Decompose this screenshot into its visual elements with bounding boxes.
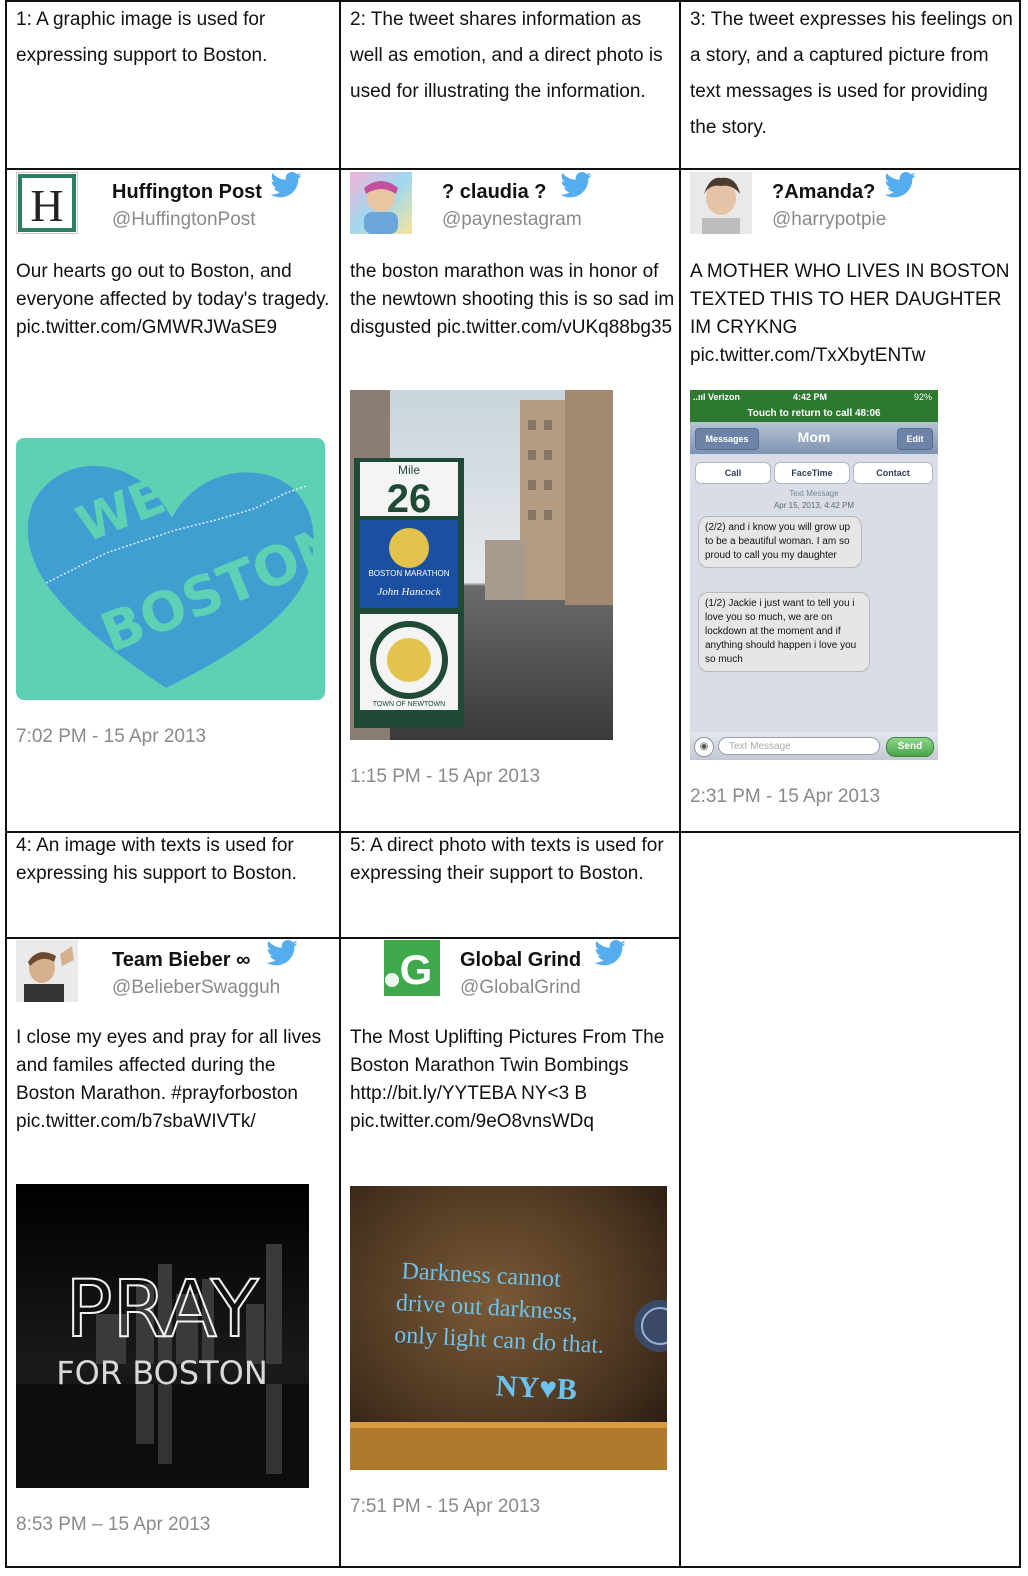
author-handle[interactable]: @harrypotpie bbox=[772, 209, 886, 231]
clock: 4:42 PM bbox=[793, 392, 828, 402]
status-bar: ..ııl Verizon 4:42 PM 92% bbox=[690, 390, 938, 406]
svg-text:Mile: Mile bbox=[398, 463, 420, 477]
twitter-bird-icon[interactable] bbox=[560, 172, 592, 198]
global-grind-logo-icon: G bbox=[384, 940, 440, 996]
edit-button[interactable]: Edit bbox=[897, 428, 933, 450]
author-handle[interactable]: @HuffingtonPost bbox=[112, 209, 256, 231]
avatar[interactable] bbox=[350, 172, 412, 234]
description-1: 1: A graphic image is used for expressin… bbox=[16, 9, 268, 66]
description-2: 2: The tweet shares information as well … bbox=[350, 9, 663, 102]
timestamp[interactable]: 7:02 PM - 15 Apr 2013 bbox=[16, 726, 206, 748]
svg-text:John Hancock: John Hancock bbox=[377, 586, 441, 598]
marathon-banner-photo[interactable]: Mile 26 BOSTON MARATHON John Hancock TOW… bbox=[350, 390, 613, 740]
author-name[interactable]: ?Amanda? bbox=[772, 181, 875, 204]
facetime-button[interactable]: FaceTime bbox=[774, 462, 850, 484]
tweet-text: the boston marathon was in honor of the … bbox=[350, 261, 675, 338]
projection-scene: Darkness cannot drive out darkness, only… bbox=[350, 1186, 667, 1470]
contact-button[interactable]: Contact bbox=[853, 462, 933, 484]
heart-graphic: WE BOSTON bbox=[27, 465, 325, 688]
svg-text:H: H bbox=[30, 180, 63, 231]
author-handle[interactable]: @BelieberSwagguh bbox=[112, 977, 280, 999]
avatar[interactable] bbox=[16, 940, 78, 1002]
message-bubble: (1/2) Jackie i just want to tell you i l… bbox=[698, 592, 870, 672]
user-avatar-icon bbox=[16, 940, 78, 1002]
tweet-text: I close my eyes and pray for all lives a… bbox=[16, 1027, 322, 1132]
author-name[interactable]: Team Bieber ∞ bbox=[112, 949, 250, 972]
author-name[interactable]: Global Grind bbox=[460, 949, 581, 972]
svg-text:PRAY: PRAY bbox=[65, 1265, 258, 1355]
call-banner[interactable]: Touch to return to call 48:06 bbox=[690, 406, 938, 422]
author-handle[interactable]: @paynestagram bbox=[442, 209, 582, 231]
author-name[interactable]: Huffington Post bbox=[112, 181, 262, 204]
row-divider bbox=[5, 937, 681, 939]
carrier: ..ııl Verizon bbox=[693, 392, 741, 402]
twitter-bird-icon[interactable] bbox=[266, 940, 298, 966]
message-type: Text Message bbox=[789, 489, 839, 498]
author-name[interactable]: ? claudia ? bbox=[442, 181, 546, 204]
author-handle[interactable]: @GlobalGrind bbox=[460, 977, 581, 999]
twitter-bird-icon[interactable] bbox=[594, 940, 626, 966]
street-scene: Mile 26 BOSTON MARATHON John Hancock TOW… bbox=[350, 390, 613, 740]
svg-text:G: G bbox=[400, 946, 433, 993]
avatar[interactable]: G bbox=[384, 940, 440, 996]
user-avatar-icon bbox=[364, 181, 398, 234]
svg-text:BOSTON MARATHON: BOSTON MARATHON bbox=[368, 569, 449, 578]
column-divider bbox=[339, 0, 341, 1568]
timestamp[interactable]: 7:51 PM - 15 Apr 2013 bbox=[350, 1496, 540, 1518]
message-date: Apr 15, 2013, 4:42 PM bbox=[773, 501, 855, 510]
tweet-text: Our hearts go out to Boston, and everyon… bbox=[16, 261, 330, 338]
tweet-text: The Most Uplifting Pictures From The Bos… bbox=[350, 1027, 665, 1132]
timestamp[interactable]: 1:15 PM - 15 Apr 2013 bbox=[350, 766, 540, 788]
timestamp[interactable]: 2:31 PM - 15 Apr 2013 bbox=[690, 786, 880, 808]
avatar[interactable]: H bbox=[16, 172, 78, 234]
description-4: 4: An image with texts is used for expre… bbox=[16, 835, 297, 884]
compose-bar: ◉ Text Message Send bbox=[690, 732, 938, 760]
call-button[interactable]: Call bbox=[695, 462, 771, 484]
camera-icon[interactable]: ◉ bbox=[694, 737, 714, 757]
description-5: 5: A direct photo with texts is used for… bbox=[350, 835, 664, 884]
row-divider bbox=[5, 168, 1021, 170]
battery: 92% bbox=[913, 392, 932, 402]
user-avatar-icon bbox=[690, 172, 752, 234]
tweet-text: A MOTHER WHO LIVES IN BOSTON TEXTED THIS… bbox=[690, 261, 1010, 366]
huffpost-logo-icon: H bbox=[18, 174, 76, 232]
svg-text:TOWN OF NEWTOWN: TOWN OF NEWTOWN bbox=[373, 701, 445, 708]
nav-bar: Messages Mom Edit bbox=[690, 422, 938, 454]
we-heart-boston-image[interactable]: WE BOSTON bbox=[16, 438, 325, 700]
svg-text:FOR BOSTON: FOR BOSTON bbox=[56, 1354, 268, 1392]
description-3: 3: The tweet expresses his feelings on a… bbox=[690, 9, 1013, 138]
skyline-graphic: PRAY FOR BOSTON bbox=[16, 1184, 309, 1488]
svg-text:26: 26 bbox=[387, 477, 432, 521]
send-button[interactable]: Send bbox=[886, 737, 934, 757]
light-projection-photo[interactable]: Darkness cannot drive out darkness, only… bbox=[350, 1186, 667, 1470]
column-divider bbox=[679, 0, 681, 1568]
message-bubble: (2/2) and i know you will grow up to be … bbox=[698, 516, 862, 568]
twitter-bird-icon[interactable] bbox=[270, 172, 302, 198]
svg-text:NY♥B: NY♥B bbox=[495, 1369, 578, 1406]
avatar[interactable] bbox=[690, 172, 752, 234]
message-input[interactable]: Text Message bbox=[718, 737, 880, 755]
timestamp[interactable]: 8:53 PM – 15 Apr 2013 bbox=[16, 1514, 210, 1536]
pray-for-boston-image[interactable]: PRAY FOR BOSTON bbox=[16, 1184, 309, 1488]
text-message-screenshot[interactable]: ..ııl Verizon 4:42 PM 92% Touch to retur… bbox=[690, 390, 938, 760]
twitter-bird-icon[interactable] bbox=[884, 172, 916, 198]
